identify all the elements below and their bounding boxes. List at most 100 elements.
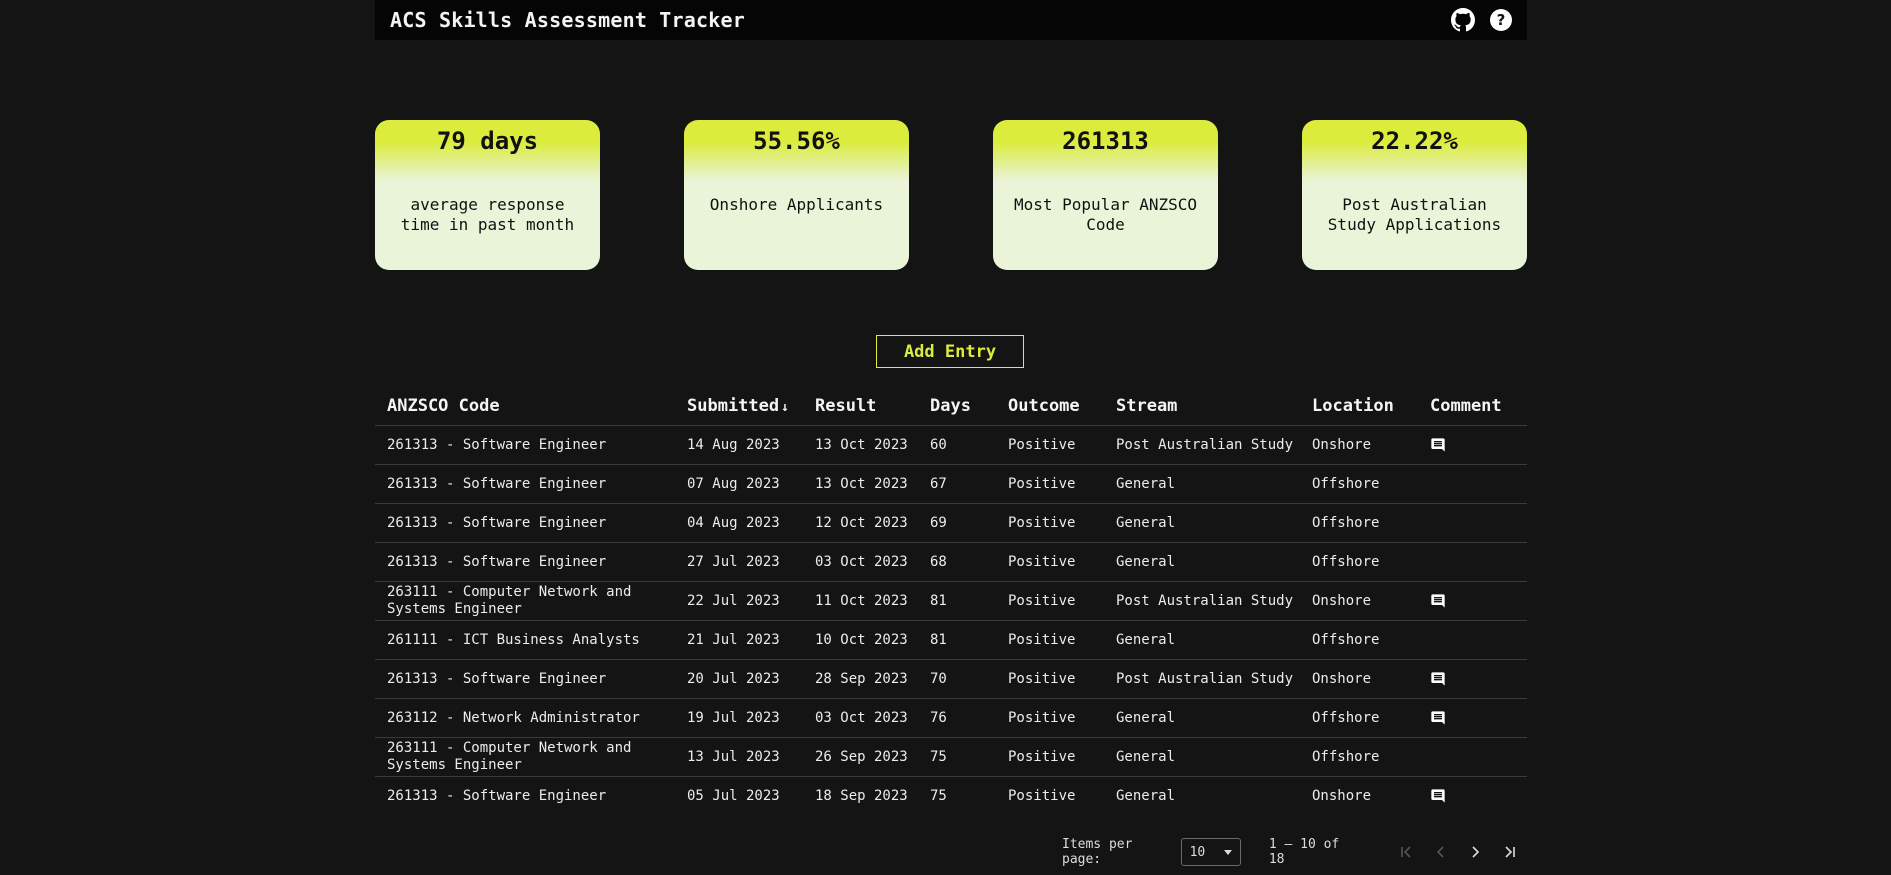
result-cell: 18 Sep 2023	[815, 787, 908, 804]
result-cell: 13 Oct 2023	[803, 464, 918, 504]
first-page-icon[interactable]	[1389, 838, 1424, 866]
comment-cell	[1418, 581, 1527, 621]
stat-card-response-time: 79 days average response time in past mo…	[375, 120, 600, 270]
items-per-page-value: 10	[1189, 844, 1206, 860]
help-icon[interactable]: ?	[1489, 8, 1513, 32]
items-per-page-select[interactable]: 10	[1180, 838, 1241, 866]
previous-page-svg	[1436, 846, 1444, 858]
location-cell: Offshore	[1300, 698, 1418, 738]
outcome-cell: Positive	[996, 737, 1104, 777]
dropdown-caret-icon	[1223, 849, 1232, 855]
comment-cell	[1418, 425, 1527, 465]
submitted-cell: 20 Jul 2023	[675, 659, 803, 699]
days-cell: 70	[918, 659, 996, 699]
stream-cell: Post Australian Study	[1104, 659, 1300, 699]
outcome-cell: Positive	[1008, 787, 1076, 804]
anzsco-cell: 263112 - Network Administrator	[375, 698, 675, 738]
previous-page-icon[interactable]	[1423, 838, 1458, 866]
stream-cell: General	[1104, 620, 1300, 660]
comment-cell	[1418, 464, 1527, 504]
submitted-cell: 13 Jul 2023	[675, 737, 803, 777]
top-bar-actions: ?	[1451, 8, 1513, 32]
stream-cell: General	[1104, 737, 1300, 777]
column-header-label: Days	[930, 395, 971, 416]
entries-table: ANZSCO Code Submitted ↓ Result Days Outco…	[375, 386, 1527, 815]
table-row: 261313 - Software Engineer 20 Jul 2023 28 …	[375, 659, 1527, 699]
comment-cell	[1418, 737, 1527, 777]
anzsco-cell: 261313 - Software Engineer	[375, 425, 675, 465]
comment-cell	[1418, 659, 1527, 699]
submitted-cell: 14 Aug 2023	[675, 425, 803, 465]
stat-value: 22.22%	[1371, 127, 1458, 155]
stat-label: Post Australian Study Applications	[1327, 195, 1502, 234]
outcome-cell: Positive	[996, 425, 1104, 465]
column-header-days[interactable]: Days	[918, 386, 996, 426]
table-row: 261313 - Software Engineer 05 Jul 2023 18 …	[375, 777, 1527, 816]
stat-value: 55.56%	[753, 127, 840, 155]
comment-cell	[1418, 777, 1527, 816]
table-header-row: ANZSCO Code Submitted ↓ Result Days Outco…	[375, 386, 1527, 426]
comment-icon-svg	[1431, 671, 1445, 686]
column-header-outcome[interactable]: Outcome	[996, 386, 1104, 426]
outcome-cell: Positive	[996, 464, 1104, 504]
page-range-label: 1 – 10 of 18	[1268, 837, 1340, 867]
table-body: 261313 - Software Engineer 14 Aug 2023 13 …	[375, 425, 1527, 816]
anzsco-cell: 261313 - Software Engineer	[375, 503, 675, 543]
stats-cards: 79 days average response time in past mo…	[375, 120, 1527, 270]
stat-card-post-study: 22.22% Post Australian Study Application…	[1302, 120, 1527, 270]
outcome-cell: Positive	[996, 659, 1104, 699]
days-cell: 68	[918, 542, 996, 582]
days-cell: 75	[930, 787, 947, 804]
days-cell: 81	[918, 620, 996, 660]
comment-icon-svg	[1431, 710, 1445, 725]
stream-cell: General	[1104, 503, 1300, 543]
stream-cell: General	[1104, 542, 1300, 582]
location-cell: Offshore	[1300, 620, 1418, 660]
anzsco-cell: 261313 - Software Engineer	[375, 464, 675, 504]
table-row: 261111 - ICT Business Analysts 21 Jul 202…	[375, 620, 1527, 660]
comment-icon-svg	[1431, 593, 1445, 608]
stream-cell: Post Australian Study	[1104, 581, 1300, 621]
table-row: 263112 - Network Administrator 19 Jul 202…	[375, 698, 1527, 738]
stat-value: 79 days	[436, 127, 539, 155]
days-cell: 67	[918, 464, 996, 504]
result-cell: 11 Oct 2023	[803, 581, 918, 621]
comment-cell	[1418, 698, 1527, 738]
submitted-cell: 04 Aug 2023	[675, 503, 803, 543]
anzsco-cell: 261313 - Software Engineer	[375, 659, 675, 699]
table-row: 261313 - Software Engineer 27 Jul 2023 03 …	[375, 542, 1527, 582]
outcome-cell: Positive	[996, 581, 1104, 621]
stream-cell: General	[1104, 464, 1300, 504]
days-cell: 76	[918, 698, 996, 738]
comment-icon[interactable]	[1430, 593, 1446, 609]
column-header-submitted[interactable]: Submitted ↓	[675, 386, 803, 426]
column-header-location[interactable]: Location	[1300, 386, 1418, 426]
outcome-cell: Positive	[996, 698, 1104, 738]
table-row: 261313 - Software Engineer 07 Aug 2023 13 …	[375, 464, 1527, 504]
location-cell: Offshore	[1300, 737, 1418, 777]
location-cell: Onshore	[1300, 425, 1418, 465]
anzsco-cell: 261111 - ICT Business Analysts	[375, 620, 675, 660]
column-header-result[interactable]: Result	[803, 386, 918, 426]
column-header-anzsco[interactable]: ANZSCO Code	[375, 386, 675, 426]
comment-icon[interactable]	[1430, 437, 1446, 453]
stat-label: average response time in past month	[400, 195, 575, 234]
top-bar: ACS Skills Assessment Tracker ?	[375, 0, 1527, 40]
github-icon-svg	[1451, 8, 1475, 32]
stat-card-popular-anzsco: 261313 Most Popular ANZSCO Code	[993, 120, 1218, 270]
table-row: 261313 - Software Engineer 04 Aug 2023 12 …	[375, 503, 1527, 543]
comment-icon[interactable]	[1430, 710, 1446, 726]
column-header-stream[interactable]: Stream	[1104, 386, 1300, 426]
comment-icon[interactable]	[1430, 788, 1446, 804]
app-title: ACS Skills Assessment Tracker	[390, 8, 745, 32]
add-entry-button[interactable]: Add Entry	[876, 335, 1024, 368]
github-icon[interactable]	[1451, 8, 1475, 32]
outcome-cell: Positive	[996, 542, 1104, 582]
days-cell: 60	[918, 425, 996, 465]
column-header-label: Stream	[1116, 395, 1178, 416]
comment-icon[interactable]	[1430, 671, 1446, 687]
last-page-icon[interactable]	[1492, 838, 1527, 866]
next-page-icon[interactable]	[1458, 838, 1493, 866]
location-cell: Onshore	[1300, 581, 1418, 621]
first-page-svg	[1401, 846, 1411, 858]
